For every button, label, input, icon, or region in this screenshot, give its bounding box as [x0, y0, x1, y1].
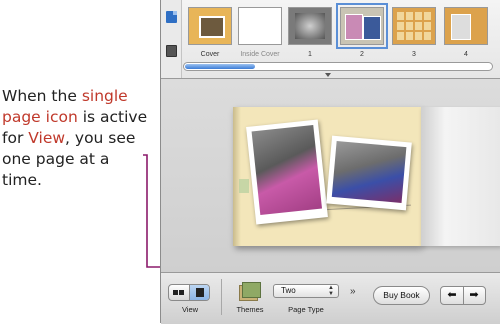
themes-icon[interactable]	[239, 282, 261, 301]
page-type-value: Two	[281, 286, 296, 295]
resize-grip-icon[interactable]	[325, 73, 331, 77]
thumb-page-3[interactable]	[392, 7, 436, 45]
photo-girl[interactable]	[246, 119, 328, 225]
callout-line4: one page at a time.	[2, 150, 110, 189]
thumb-page-4[interactable]	[444, 7, 488, 45]
callout-highlight-single: single	[81, 87, 128, 105]
view-label: View	[181, 305, 199, 314]
page-thumbnails: Cover Inside Cover 1 2 3 4	[184, 3, 500, 59]
page-icon[interactable]	[166, 11, 177, 23]
next-page-button[interactable]: ➡	[463, 287, 485, 304]
callout-line3-end: , you see	[65, 129, 136, 147]
thumb-page-1[interactable]	[288, 7, 332, 45]
book-page-right	[421, 107, 500, 246]
thumb-label-inside-cover: Inside Cover	[240, 51, 280, 58]
thumb-label-4: 4	[464, 51, 468, 58]
book-spine	[233, 107, 241, 246]
page-browser: Cover Inside Cover 1 2 3 4	[161, 0, 500, 79]
thumb-inside-cover[interactable]	[238, 7, 282, 45]
thumb-label-2: 2	[360, 51, 364, 58]
two-page-view-icon[interactable]	[169, 285, 189, 300]
book-canvas	[161, 79, 500, 272]
app-window: Cover Inside Cover 1 2 3 4 View Themes T…	[160, 0, 500, 324]
callout-line3: for	[2, 129, 29, 147]
thumb-label-1: 1	[308, 51, 312, 58]
thumb-page-2[interactable]	[336, 3, 388, 49]
callout-highlight-page-icon: page icon	[2, 108, 78, 126]
tape-decoration	[239, 179, 249, 193]
thumbnail-scrollbar[interactable]	[183, 62, 493, 71]
page-type-label: Page Type	[288, 305, 324, 314]
browser-sidebar	[161, 0, 182, 78]
photo-boy[interactable]	[326, 135, 412, 211]
select-arrows-icon: ▲ ▼	[328, 285, 334, 297]
scrollbar-thumb[interactable]	[185, 64, 255, 69]
view-toggle	[168, 284, 210, 301]
bottom-toolbar: View Themes Two ▲ ▼ Page Type » Buy Book …	[161, 272, 500, 324]
callout-text: When the single page icon is active for …	[2, 86, 152, 191]
page-type-select[interactable]: Two ▲ ▼	[273, 284, 339, 298]
thumb-label-3: 3	[412, 51, 416, 58]
book-page-left[interactable]	[233, 107, 421, 246]
more-chevron-icon[interactable]: »	[350, 286, 356, 297]
toolbar-separator	[221, 279, 222, 315]
page-navigation: ⬅ ➡	[440, 286, 486, 305]
callout-highlight-view: View	[28, 129, 66, 147]
thumb-cover[interactable]	[188, 7, 232, 45]
themes-label: Themes	[236, 305, 264, 314]
previous-page-button[interactable]: ⬅	[441, 287, 464, 304]
single-page-view-icon[interactable]	[189, 285, 209, 300]
thumb-label-cover: Cover	[200, 51, 220, 58]
callout-line2: is active	[77, 108, 148, 126]
callout-line1: When the	[2, 87, 82, 105]
buy-book-button[interactable]: Buy Book	[373, 286, 430, 305]
photo-browser-icon[interactable]	[166, 45, 177, 57]
